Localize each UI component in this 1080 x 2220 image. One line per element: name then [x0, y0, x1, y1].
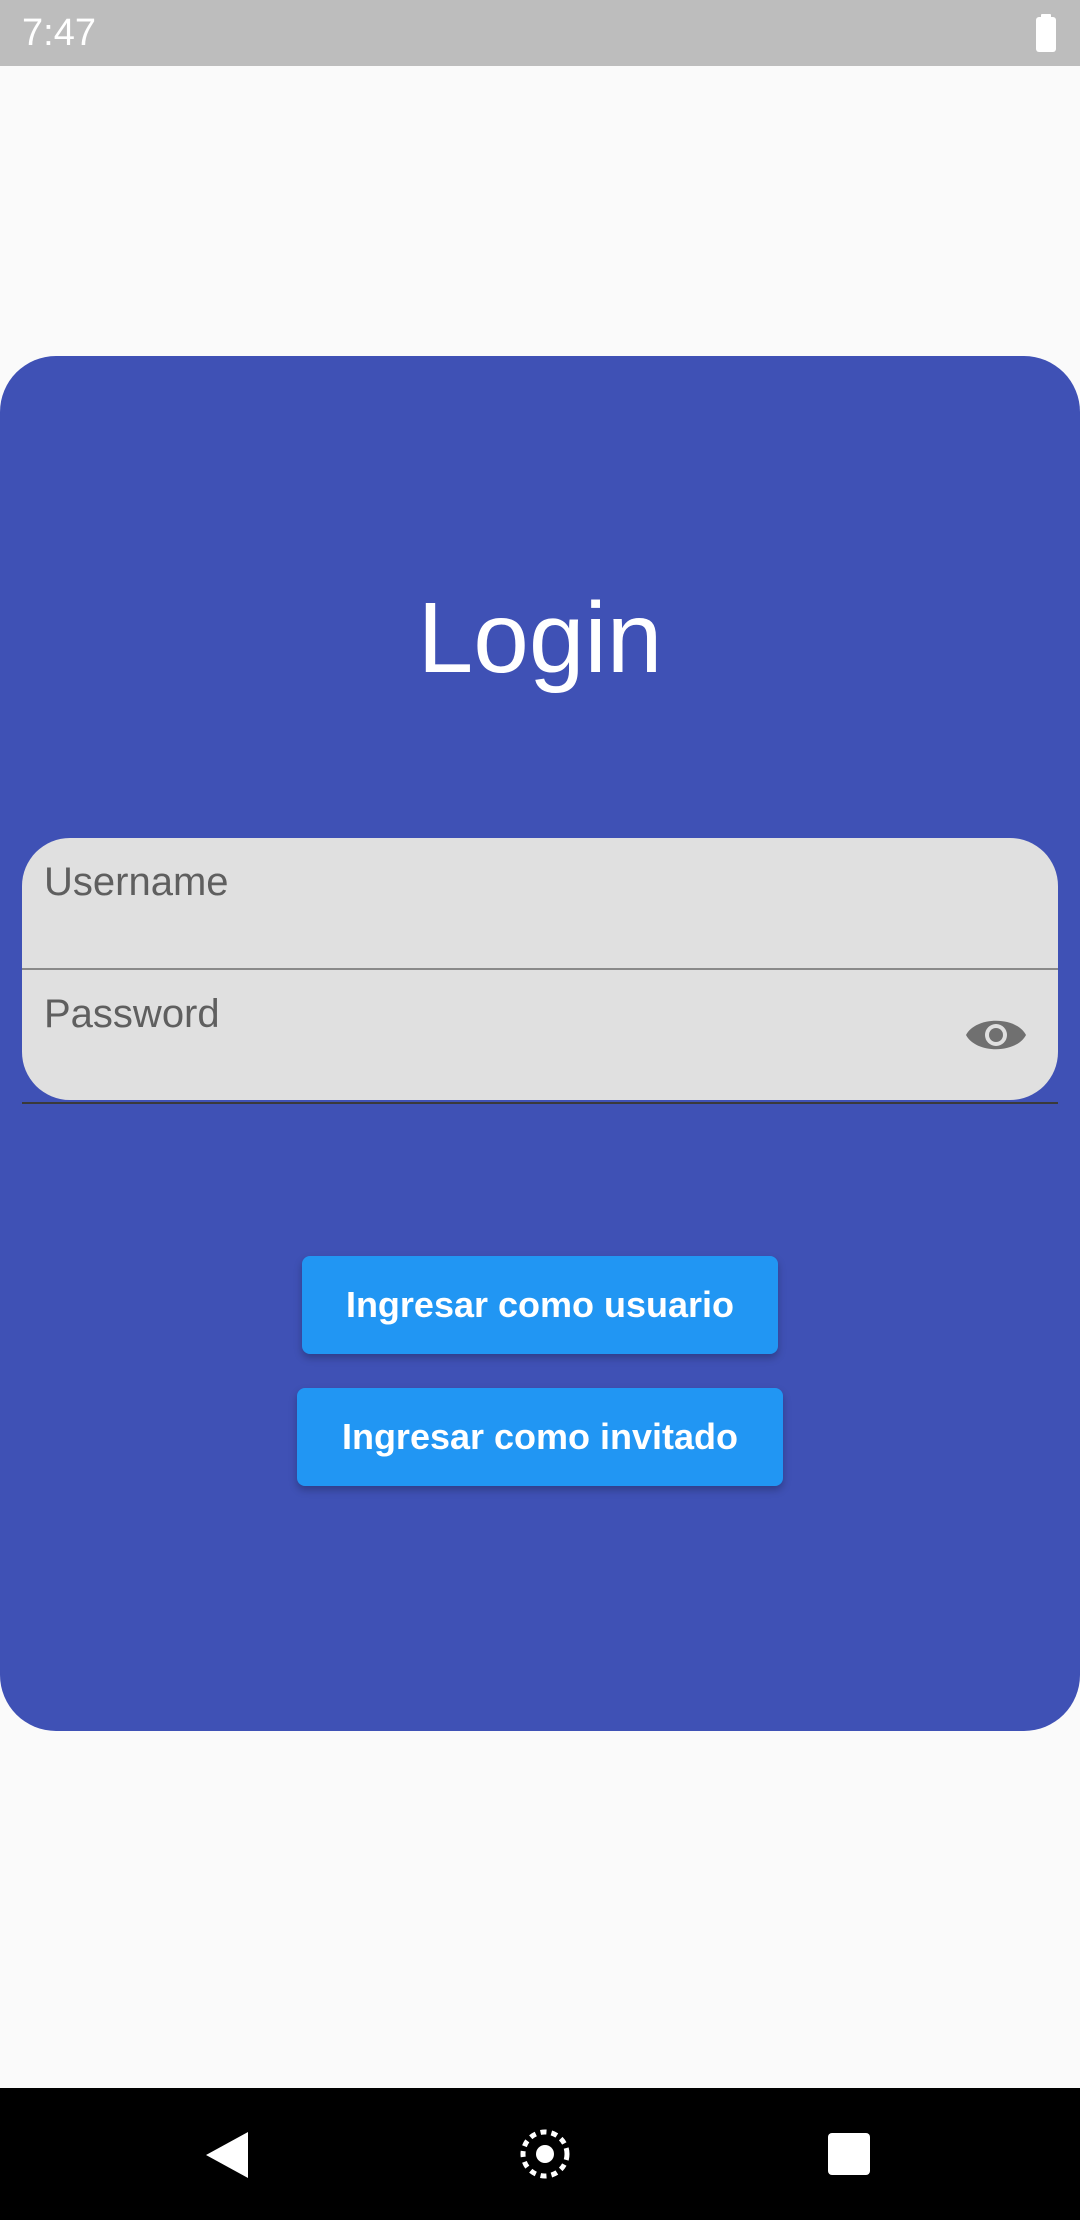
- username-label: Username: [44, 860, 229, 904]
- battery-full-icon: [1036, 14, 1056, 52]
- username-field[interactable]: Username: [22, 838, 1058, 970]
- status-time: 7:47: [22, 12, 96, 54]
- login-card: Login Username Password Ingresar como us…: [0, 356, 1080, 1731]
- password-field[interactable]: Password: [22, 970, 1058, 1100]
- recents-square-icon[interactable]: [828, 2133, 870, 2175]
- eye-icon[interactable]: [964, 1010, 1028, 1060]
- login-title: Login: [417, 582, 663, 694]
- field-underline: [22, 1102, 1058, 1104]
- password-label: Password: [44, 992, 220, 1036]
- back-triangle-icon[interactable]: [204, 2130, 250, 2180]
- status-bar: 7:47: [0, 0, 1080, 66]
- login-form: Username Password: [22, 838, 1058, 1104]
- login-guest-button[interactable]: Ingresar como invitado: [297, 1388, 783, 1486]
- login-user-button[interactable]: Ingresar como usuario: [302, 1256, 778, 1354]
- home-icon[interactable]: [510, 2114, 580, 2194]
- navigation-bar: [0, 2088, 1080, 2220]
